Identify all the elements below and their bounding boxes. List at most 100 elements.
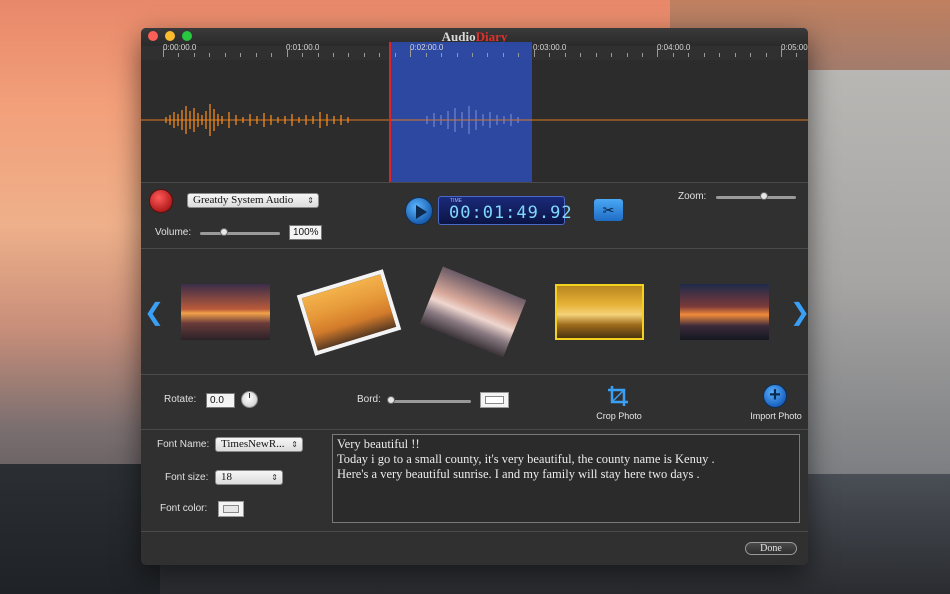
font-color-swatch xyxy=(223,505,239,513)
tick-label: 0:03:00.0 xyxy=(533,43,567,52)
record-button[interactable] xyxy=(149,189,173,213)
crop-icon[interactable] xyxy=(607,385,629,407)
waveform-area[interactable] xyxy=(141,42,808,182)
time-display: TIME 00:01:49.92 xyxy=(438,196,572,225)
tick-mark xyxy=(626,53,628,57)
volume-label: Volume: xyxy=(155,227,192,238)
zoom-slider[interactable] xyxy=(716,196,796,199)
tick-mark xyxy=(580,53,582,57)
done-button[interactable]: Done xyxy=(745,542,797,555)
volume-slider[interactable] xyxy=(200,232,280,235)
tick-mark xyxy=(595,53,597,57)
photo-palm-beach xyxy=(557,286,642,338)
tick-label: 0:02:00.0 xyxy=(410,43,444,52)
tick-mark xyxy=(611,53,613,57)
tick-mark xyxy=(271,53,273,57)
rotate-label: Rotate: xyxy=(164,394,197,405)
photo-thumbnail[interactable] xyxy=(296,269,402,356)
font-color-well[interactable] xyxy=(218,501,244,517)
tick-mark xyxy=(796,53,798,57)
tick-mark xyxy=(456,53,458,57)
tick-label: 0:01:00.0 xyxy=(286,43,320,52)
tick-mark xyxy=(317,53,319,57)
tick-mark xyxy=(286,49,288,57)
tick-mark xyxy=(394,53,396,57)
photo-thumbnail[interactable] xyxy=(680,284,769,340)
audio-source-value: Greatdy System Audio xyxy=(193,194,294,206)
volume-slider-knob[interactable] xyxy=(220,228,228,236)
tick-mark xyxy=(564,53,566,57)
divider xyxy=(141,248,808,249)
border-color-well[interactable] xyxy=(480,392,509,408)
border-slider[interactable] xyxy=(391,400,471,403)
rotate-knob[interactable] xyxy=(241,391,258,408)
font-name-value: TimesNewR... xyxy=(221,438,285,450)
tick-mark xyxy=(302,53,304,57)
photo-thumbnail-selected[interactable] xyxy=(555,284,644,340)
tick-mark xyxy=(332,53,334,57)
app-window: AudioDiary 0:00:00.0 0:01:00.0 0:02:00.0… xyxy=(141,28,808,565)
font-name-select[interactable]: TimesNewR... ⇕ xyxy=(215,437,303,452)
scissors-icon: ✂ xyxy=(602,202,615,218)
tick-mark xyxy=(703,53,705,57)
divider xyxy=(141,374,808,375)
tick-mark xyxy=(641,53,643,57)
tick-mark xyxy=(549,53,551,57)
border-color-swatch xyxy=(485,396,504,404)
zoom-slider-knob[interactable] xyxy=(760,192,768,200)
tick-mark xyxy=(688,53,690,57)
border-slider-knob[interactable] xyxy=(387,396,395,404)
divider xyxy=(141,531,808,532)
divider xyxy=(141,182,808,183)
audio-source-select[interactable]: Greatdy System Audio ⇕ xyxy=(187,193,319,208)
zoom-label: Zoom: xyxy=(678,191,707,202)
border-label: Bord: xyxy=(357,394,381,405)
next-photos-arrow-icon[interactable]: ❯ xyxy=(790,298,808,327)
tick-mark xyxy=(193,53,195,57)
tick-mark xyxy=(502,53,504,57)
editor-line: Today i go to a small county, it's very … xyxy=(337,452,715,466)
tick-mark xyxy=(425,53,427,57)
tick-label: 0:00:00.0 xyxy=(163,43,197,52)
tick-mark xyxy=(750,53,752,57)
tick-mark xyxy=(348,53,350,57)
tick-mark xyxy=(781,49,782,57)
playhead[interactable] xyxy=(389,42,391,182)
play-icon xyxy=(416,205,427,219)
desktop-trees xyxy=(0,464,160,594)
photo-thumbnail[interactable] xyxy=(419,266,527,358)
tick-mark xyxy=(363,53,365,57)
play-button[interactable] xyxy=(405,197,433,225)
photo-sunset-cliff xyxy=(181,284,270,340)
tick-mark xyxy=(719,53,721,57)
tick-mark xyxy=(255,53,257,57)
tick-label: 0:04:00.0 xyxy=(657,43,691,52)
tick-mark xyxy=(472,53,473,57)
tick-mark xyxy=(765,53,767,57)
font-name-label: Font Name: xyxy=(157,439,210,450)
tick-mark xyxy=(379,53,381,57)
chevron-updown-icon: ⇕ xyxy=(307,196,314,205)
chevron-updown-icon: ⇕ xyxy=(271,473,278,482)
tick-mark xyxy=(657,49,659,57)
crop-photo-label[interactable]: Crop Photo xyxy=(590,411,648,421)
caption-text-editor[interactable]: Very beautiful !! Today i go to a small … xyxy=(332,434,800,523)
editor-line: Here's a very beautiful sunrise. I and m… xyxy=(337,467,700,481)
tick-mark xyxy=(410,49,412,57)
import-photo-label[interactable]: Import Photo xyxy=(744,411,808,421)
import-photo-plus-icon[interactable]: + xyxy=(763,384,787,408)
rotate-value-field[interactable]: 0.0 xyxy=(206,393,235,408)
font-size-select[interactable]: 18 ⇕ xyxy=(215,470,283,485)
tick-mark xyxy=(734,53,736,57)
time-ruler[interactable]: 0:00:00.0 0:01:00.0 0:02:00.0 0:03:00.0 … xyxy=(141,42,808,60)
cut-button[interactable]: ✂ xyxy=(594,199,623,221)
time-value: 00:01:49.92 xyxy=(449,203,573,223)
prev-photos-arrow-icon[interactable]: ❮ xyxy=(144,298,164,327)
tick-mark xyxy=(240,53,242,57)
tick-mark xyxy=(441,53,443,57)
volume-value-field[interactable]: 100% xyxy=(289,225,322,240)
photo-coast-sunset xyxy=(680,284,769,340)
rotate-knob-indicator xyxy=(249,393,250,398)
photo-thumbnail[interactable] xyxy=(181,284,270,340)
tick-mark xyxy=(163,49,164,57)
